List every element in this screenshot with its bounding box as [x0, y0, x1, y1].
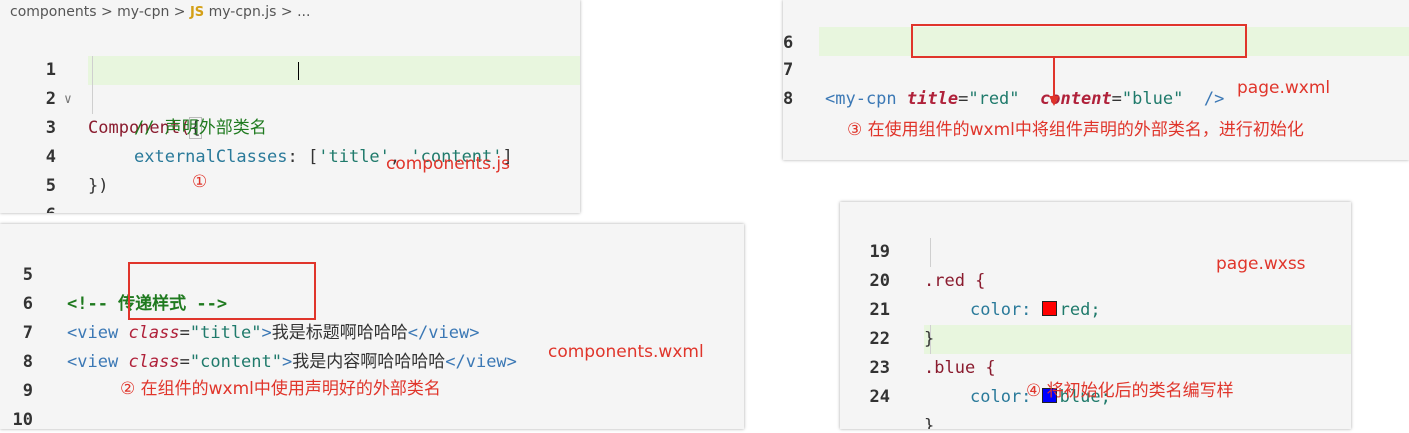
highlight-box [911, 24, 1247, 58]
highlight-box [128, 262, 316, 320]
code-line: 22 .blue { [840, 296, 1351, 378]
step-marker: ① [192, 172, 208, 192]
code-line: 4 }) [0, 114, 580, 196]
breadcrumb-separator: > [173, 4, 186, 20]
code-line: 2 // 声明外部类名 [0, 56, 580, 138]
text-cursor [298, 62, 299, 80]
breadcrumb-item-folder[interactable]: my-cpn [117, 4, 169, 20]
breadcrumb-separator: > [280, 4, 293, 20]
breadcrumb-item-file[interactable]: my-cpn.js [209, 4, 277, 20]
file-label: page.wxml [1237, 78, 1331, 98]
line-number: 10 [12, 410, 33, 429]
breadcrumb: components > my-cpn > JS my-cpn.js > ... [10, 4, 310, 20]
line-number: 24 [869, 387, 890, 407]
code-line: 3 externalClasses: ['title', 'content'] [0, 85, 580, 167]
panel-page-wxss: 19 .red { 20 color: red; 21 } 22 .blue {… [840, 202, 1351, 429]
file-label: page.wxss [1216, 254, 1306, 274]
code-line: 7 <view class="content">我是内容啊哈哈哈哈</view> [0, 290, 744, 372]
file-label: components.js [386, 154, 511, 174]
step-annotation: ④ 将初始化后的类名编写样 [1026, 381, 1234, 401]
code-line: 6 [0, 172, 580, 213]
code-line: 23 color: blue; [840, 325, 1351, 407]
code-line: 7 [0, 199, 580, 213]
code-text: <my-cpn title="red" content="blue" /> [825, 89, 1225, 109]
code-line: 19 .red { [840, 209, 1351, 291]
breadcrumb-item-components[interactable]: components [10, 4, 97, 20]
panel-components-js: components > my-cpn > JS my-cpn.js > ...… [0, 0, 580, 213]
panel-components-wxml: 5 <!-- 传递样式 --> 6 <view class="title">我是… [0, 224, 744, 429]
panel-page-wxml: 6 7 <my-cpn title="red" content="blue" /… [783, 0, 1409, 160]
step-annotation: ② 在组件的wxml中使用声明好的外部类名 [120, 379, 441, 399]
js-file-icon: JS [189, 5, 205, 20]
breadcrumb-separator: > [100, 4, 113, 20]
code-line: 5 <!-- 传递样式 --> [0, 232, 744, 314]
arrow-down-icon [1049, 56, 1059, 106]
breadcrumb-item-more[interactable]: ... [297, 4, 310, 20]
code-line: 6 <view class="title">我是标题啊哈哈哈</view> [0, 261, 744, 343]
file-label: components.wxml [548, 342, 704, 362]
code-text: } [924, 416, 935, 429]
line-number: 8 [783, 89, 794, 109]
code-line: 1 ∨ Component({ [0, 27, 580, 139]
step-annotation: ③ 在使用组件的wxml中将组件声明的外部类名，进行初始化 [847, 120, 1304, 140]
